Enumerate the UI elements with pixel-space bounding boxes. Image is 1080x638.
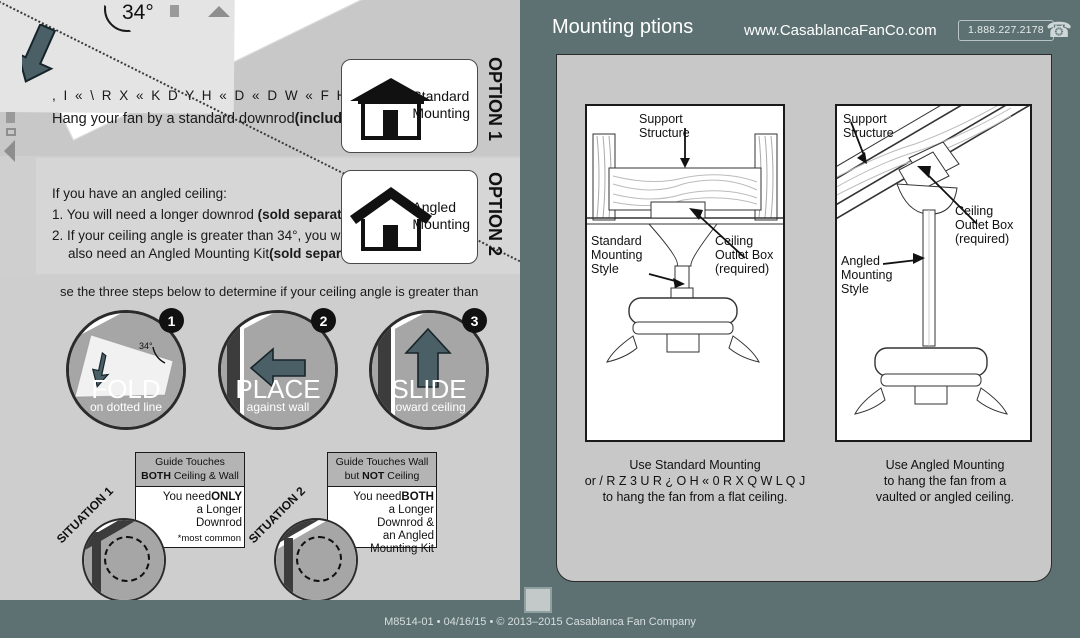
diagram2-outlet-label: Ceiling Outlet Box (required): [955, 204, 1013, 246]
d1-outlet-l2: Outlet Box: [715, 248, 774, 262]
angled-label-line2: Mounting: [412, 216, 470, 232]
crop-mark-square-left-a: [6, 112, 15, 123]
option1-body: Hang your fan by a standard downrod(incl…: [52, 111, 364, 127]
s2b-plain: You need: [353, 491, 402, 503]
d1-outlet-l3: (required): [715, 262, 770, 276]
cap1-l2: or / R Z 3 U R ¿ O H « 0 R X Q W L Q J: [584, 474, 806, 488]
standard-mounting-caption: Use Standard Mounting or / R Z 3 U R ¿ O…: [570, 457, 820, 505]
option2-tag: OPTION 2: [485, 172, 505, 257]
step-sub-2: against wall: [246, 400, 310, 414]
situation-2-illustration: [274, 518, 358, 600]
diagram1-outlet-label: Ceiling Outlet Box (required): [715, 234, 773, 276]
angled-mounting-card-label: Angled Mounting: [412, 199, 470, 233]
diagram1-support-label: Support Structure: [639, 112, 690, 140]
situation-2-body-line2: a Longer: [388, 504, 434, 516]
situation-1-header: Guide Touches BOTH Ceiling & Wall: [136, 453, 244, 487]
crop-mark-triangle-left: [4, 140, 15, 162]
d1-support-l2: Structure: [639, 126, 690, 140]
s2-gap-highlight: [296, 536, 342, 582]
situation-1-note: *most common: [177, 533, 241, 544]
page-root: 34° , I « \ R X « K D Y H « D « D W « F …: [0, 0, 1080, 638]
missing-glyph-box-icon: [524, 587, 552, 613]
standard-label-line2: Mounting: [412, 105, 470, 121]
steps-heading: se the three steps below to determine if…: [60, 284, 479, 299]
d1-support-l1: Support: [639, 112, 683, 126]
angled-mounting-diagram: Support Structure Angled Mounting Style …: [835, 104, 1032, 442]
d2-style-l1: Angled: [841, 254, 880, 268]
s1-plain: You need: [162, 491, 212, 503]
crop-mark-triangle-up: [208, 6, 230, 17]
s2-pre: but: [344, 470, 363, 482]
cap2-l1: Use Angled Mounting: [885, 458, 1005, 472]
phone-icon: ☎: [1046, 19, 1073, 42]
d2-outlet-l1: Ceiling: [955, 204, 994, 218]
s2-rest: Ceiling: [384, 470, 420, 482]
step1-angle-label: 34°: [139, 341, 153, 351]
step-badge-3: 3: [462, 308, 487, 333]
situation-1-header-line1: Guide Touches: [155, 456, 225, 468]
s1-bold: ONLY: [211, 491, 242, 503]
option1-tag: OPTION 1: [485, 57, 505, 142]
phone-number-badge[interactable]: 1.888.227.2178: [958, 20, 1054, 41]
angled-mounting-caption: Use Angled Mounting to hang the fan from…: [820, 457, 1070, 505]
d2-support-l1: Support: [843, 112, 887, 126]
fold-angle-label: 34°: [122, 1, 154, 24]
d1-outlet-l1: Ceiling: [715, 234, 754, 248]
standard-label-line1: Standard: [412, 88, 470, 104]
d1-style-l3: Style: [591, 262, 619, 276]
diagram2-style-label: Angled Mounting Style: [841, 254, 892, 296]
s1-contact-highlight: [104, 536, 150, 582]
option2-item2-plain: also need an Angled Mounting Kit: [68, 246, 270, 261]
situation-2-header-line2: but NOT Ceiling: [328, 469, 436, 483]
s2-bold: NOT: [362, 470, 385, 482]
left-page: 34° , I « \ R X « K D Y H « D « D W « F …: [0, 0, 520, 600]
fold-direction-arrow: [16, 23, 66, 91]
s1-wall: [92, 532, 101, 600]
situation-1-rest: Ceiling & Wall: [170, 470, 239, 482]
cap2-l3: vaulted or angled ceiling.: [875, 490, 1015, 504]
diagram1-style-label: Standard Mounting Style: [591, 234, 642, 276]
step-badge-2: 2: [311, 308, 336, 333]
d2-outlet-l3: (required): [955, 232, 1010, 246]
crop-mark-square-top: [170, 5, 179, 17]
cap1-l3: to hang the fan from a flat ceiling.: [602, 490, 788, 504]
diagram2-support-label: Support Structure: [843, 112, 894, 140]
situation-1-body-line2: a Longer: [196, 504, 242, 516]
d1-style-l1: Standard: [591, 234, 642, 248]
option2-intro: If you have an angled ceiling:: [52, 186, 227, 201]
option2-item1-plain: 1. You will need a longer downrod: [52, 207, 258, 222]
crop-mark-square-left-b: [6, 128, 16, 136]
d2-support-l2: Structure: [843, 126, 894, 140]
option1-body-plain: Hang your fan by a standard downrod: [52, 111, 295, 127]
d2-outlet-l2: Outlet Box: [955, 218, 1014, 232]
situation-2-body-line1: You needBOTH: [332, 491, 434, 504]
option2-item2-line2: also need an Angled Mounting Kit(sold se…: [68, 246, 376, 261]
situation-1-body-line1: You needONLY: [140, 491, 242, 504]
cap1-l1: Use Standard Mounting: [629, 458, 761, 472]
option2-item2-line1: 2. If your ceiling angle is greater than…: [52, 228, 350, 243]
situation-1-bold: BOTH: [141, 470, 171, 482]
step-badge-1: 1: [159, 308, 184, 333]
angled-mounting-card[interactable]: Angled Mounting: [341, 170, 478, 264]
step-sub-3: toward ceiling: [392, 400, 466, 414]
situation-2-header: Guide Touches Wall but NOT Ceiling: [328, 453, 436, 487]
website-url[interactable]: www.CasablancaFanCo.com: [744, 22, 937, 39]
standard-mounting-card[interactable]: Standard Mounting: [341, 59, 478, 153]
situation-1-header-line2: BOTH Ceiling & Wall: [136, 469, 244, 483]
option2-item1: 1. You will need a longer downrod (sold …: [52, 207, 369, 222]
situation-2-header-line1: Guide Touches Wall: [335, 456, 429, 468]
standard-mounting-card-label: Standard Mounting: [412, 88, 470, 122]
footer-copyright: M8514-01 • 04/16/15 • © 2013–2015 Casabl…: [384, 616, 696, 628]
step-sub-1: on dotted line: [89, 400, 163, 414]
angled-label-line1: Angled: [412, 199, 456, 215]
s2b-bold: BOTH: [401, 491, 434, 503]
standard-mounting-diagram: Support Structure Standard Mounting Styl…: [585, 104, 785, 442]
s2-wall: [284, 538, 293, 600]
situation-1-illustration: [82, 518, 166, 600]
d2-style-l3: Style: [841, 282, 869, 296]
d2-style-l2: Mounting: [841, 268, 893, 282]
d1-style-l2: Mounting: [591, 248, 643, 262]
page-title: Mounting ptions: [552, 16, 694, 38]
cap2-l2: to hang the fan from a: [883, 474, 1007, 488]
